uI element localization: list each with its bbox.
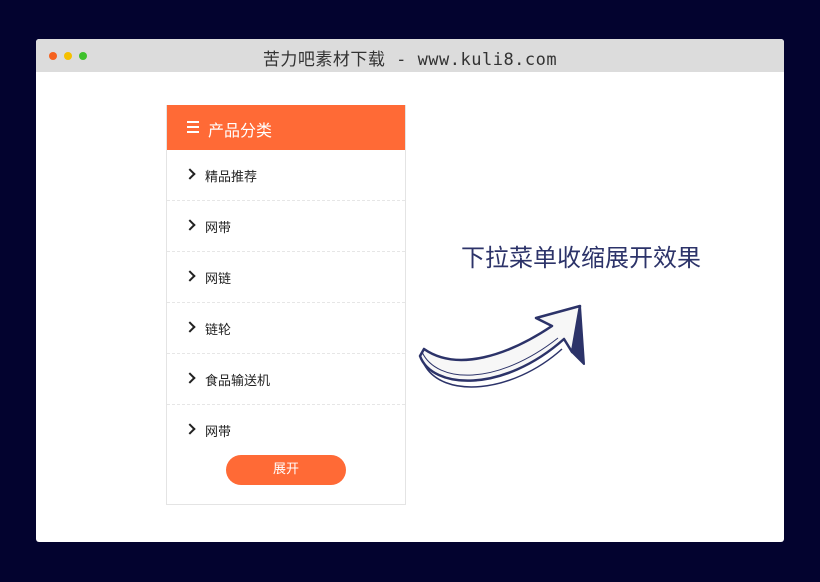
menu-item-label: 网带 (205, 221, 232, 236)
menu-item[interactable]: 网带 (167, 405, 405, 455)
expand-button[interactable]: 展开 (226, 455, 346, 485)
chevron-right-icon (184, 423, 196, 435)
menu-item[interactable]: 网带 (167, 201, 405, 252)
chevron-right-icon (184, 219, 196, 231)
window-title: 苦力吧素材下载 - www.kuli8.com (262, 50, 558, 70)
chevron-right-icon (184, 372, 196, 384)
menu-item-label: 链轮 (205, 323, 232, 338)
menu-item[interactable]: 网链 (167, 252, 405, 303)
title-bar: 苦力吧素材下载 - www.kuli8.com (36, 39, 784, 72)
browser-window: 苦力吧素材下载 - www.kuli8.com 产品分类 精品推荐 网带 网链 … (36, 39, 784, 542)
menu-item[interactable]: 精品推荐 (167, 150, 405, 201)
menu-item-label: 精品推荐 (205, 170, 258, 185)
menu-item-label: 网链 (205, 272, 232, 287)
chevron-right-icon (184, 270, 196, 282)
category-menu: 产品分类 精品推荐 网带 网链 链轮 食品输送机 网带 展开 (166, 105, 406, 505)
hamburger-icon (187, 121, 199, 133)
menu-item-label: 网带 (205, 425, 232, 440)
menu-item[interactable]: 链轮 (167, 303, 405, 354)
menu-item[interactable]: 食品输送机 (167, 354, 405, 405)
demo-caption: 下拉菜单收缩展开效果 (461, 244, 701, 272)
chevron-right-icon (184, 168, 196, 180)
menu-header-title: 产品分类 (208, 121, 273, 140)
menu-item-label: 食品输送机 (205, 374, 271, 389)
menu-header[interactable]: 产品分类 (167, 105, 405, 150)
chevron-right-icon (184, 321, 196, 333)
hand-drawn-arrow-icon (418, 304, 585, 388)
